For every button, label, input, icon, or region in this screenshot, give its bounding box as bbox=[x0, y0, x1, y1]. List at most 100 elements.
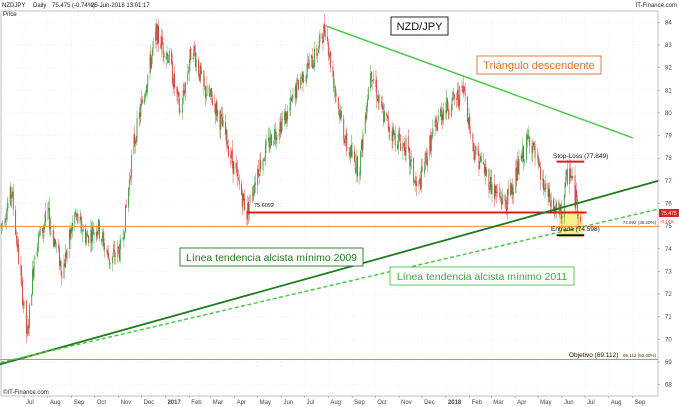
candle-body bbox=[43, 226, 45, 230]
x-tick-label: Apr bbox=[237, 400, 246, 406]
candle-body bbox=[149, 54, 151, 74]
x-tick-label: Mar bbox=[213, 400, 223, 406]
candle-body bbox=[383, 111, 385, 122]
candle-body bbox=[141, 99, 143, 106]
candle-body bbox=[473, 142, 475, 151]
candle-body bbox=[109, 263, 111, 264]
candle-body bbox=[528, 135, 530, 137]
candle-body bbox=[52, 229, 54, 239]
candle-body bbox=[18, 244, 20, 264]
highlight-zone-layer bbox=[558, 210, 583, 238]
timestamp-label: 25-Jun-2018 13:01:17 bbox=[91, 3, 150, 9]
candle-body bbox=[345, 134, 347, 140]
candle-body bbox=[301, 78, 302, 79]
candle-body bbox=[104, 247, 106, 249]
trend-2009-label: Línea tendencia alcista mínimo 2009 bbox=[186, 252, 357, 264]
candle-body bbox=[328, 55, 330, 57]
candle-body bbox=[329, 51, 331, 57]
candle-body bbox=[421, 166, 423, 172]
candle-body bbox=[85, 237, 87, 244]
candle-body bbox=[511, 185, 513, 195]
candle-body bbox=[343, 117, 345, 140]
candle-body bbox=[228, 145, 229, 157]
candle-body bbox=[88, 235, 90, 244]
candle-body bbox=[446, 97, 448, 114]
candle-body bbox=[402, 143, 404, 152]
candle-body bbox=[360, 140, 362, 152]
candle-body bbox=[27, 324, 29, 334]
candle-body bbox=[123, 238, 125, 239]
candle-body bbox=[538, 162, 540, 165]
candle-body bbox=[45, 211, 47, 223]
candle-body bbox=[26, 331, 28, 334]
y-tick-label: 76 bbox=[665, 202, 672, 208]
last-price-label: 75.475 bbox=[661, 211, 677, 217]
candle-body bbox=[316, 47, 318, 56]
candle-body bbox=[42, 229, 44, 234]
candle-body bbox=[140, 104, 142, 116]
candle-body bbox=[501, 202, 503, 205]
candle-body bbox=[117, 246, 119, 258]
candle-body bbox=[415, 181, 417, 186]
candle-body bbox=[545, 182, 547, 190]
candle-body bbox=[300, 77, 302, 89]
candle-body bbox=[536, 156, 538, 158]
candle-body bbox=[91, 226, 93, 242]
candle-body bbox=[96, 232, 98, 237]
triangle-label: Triángulo descendente bbox=[483, 60, 595, 72]
candle-body bbox=[108, 259, 110, 265]
candle-body bbox=[473, 150, 475, 160]
candle-body bbox=[393, 129, 395, 135]
y-tick-label: 82 bbox=[665, 66, 672, 72]
candle-body bbox=[253, 192, 255, 194]
candle-body bbox=[61, 271, 63, 279]
candle-body bbox=[478, 153, 480, 169]
candle-body bbox=[271, 135, 272, 146]
candle-body bbox=[480, 155, 481, 162]
candle-body bbox=[413, 181, 415, 184]
candle-body bbox=[38, 233, 40, 234]
candle-body bbox=[479, 162, 481, 170]
candle-body bbox=[387, 116, 389, 129]
candle-body bbox=[441, 114, 443, 121]
y-tick-label: 75 bbox=[665, 224, 672, 230]
candle-body bbox=[381, 102, 383, 108]
candle-body bbox=[506, 206, 508, 212]
target-label: Objetivo (69.112) bbox=[569, 352, 618, 359]
candle-body bbox=[572, 175, 574, 178]
candle-body bbox=[241, 183, 242, 195]
candle-body bbox=[238, 179, 240, 185]
candle-body bbox=[527, 135, 529, 139]
candle-body bbox=[226, 130, 228, 147]
candle-body bbox=[301, 72, 303, 78]
candle-body bbox=[448, 113, 450, 115]
candle-body bbox=[118, 246, 120, 249]
x-tick-label: Jul bbox=[307, 400, 315, 406]
candle-body bbox=[144, 95, 146, 104]
candle-body bbox=[437, 115, 439, 122]
candle-body bbox=[313, 65, 315, 66]
candle-body bbox=[427, 157, 428, 166]
candle-body bbox=[518, 158, 520, 175]
candle-body bbox=[403, 141, 405, 152]
candle-body bbox=[167, 53, 169, 63]
candle-body bbox=[291, 95, 293, 101]
candle-body bbox=[262, 160, 264, 171]
candle-body bbox=[425, 153, 427, 155]
candle-body bbox=[323, 25, 325, 43]
candle-body bbox=[506, 189, 508, 211]
candle-body bbox=[570, 175, 572, 178]
candle-body bbox=[308, 59, 310, 69]
candle-body bbox=[407, 136, 409, 149]
candle-body bbox=[103, 238, 105, 250]
candle-body bbox=[82, 232, 83, 234]
candle-body bbox=[290, 97, 292, 107]
x-tick-label: Aug bbox=[611, 400, 622, 406]
candle-body bbox=[522, 146, 524, 158]
candle-body bbox=[254, 184, 256, 195]
y-tick-label: 71 bbox=[665, 315, 672, 321]
candle-body bbox=[214, 103, 216, 105]
candle-body bbox=[128, 188, 130, 208]
candle-body bbox=[33, 260, 35, 278]
candle-body bbox=[485, 166, 487, 176]
